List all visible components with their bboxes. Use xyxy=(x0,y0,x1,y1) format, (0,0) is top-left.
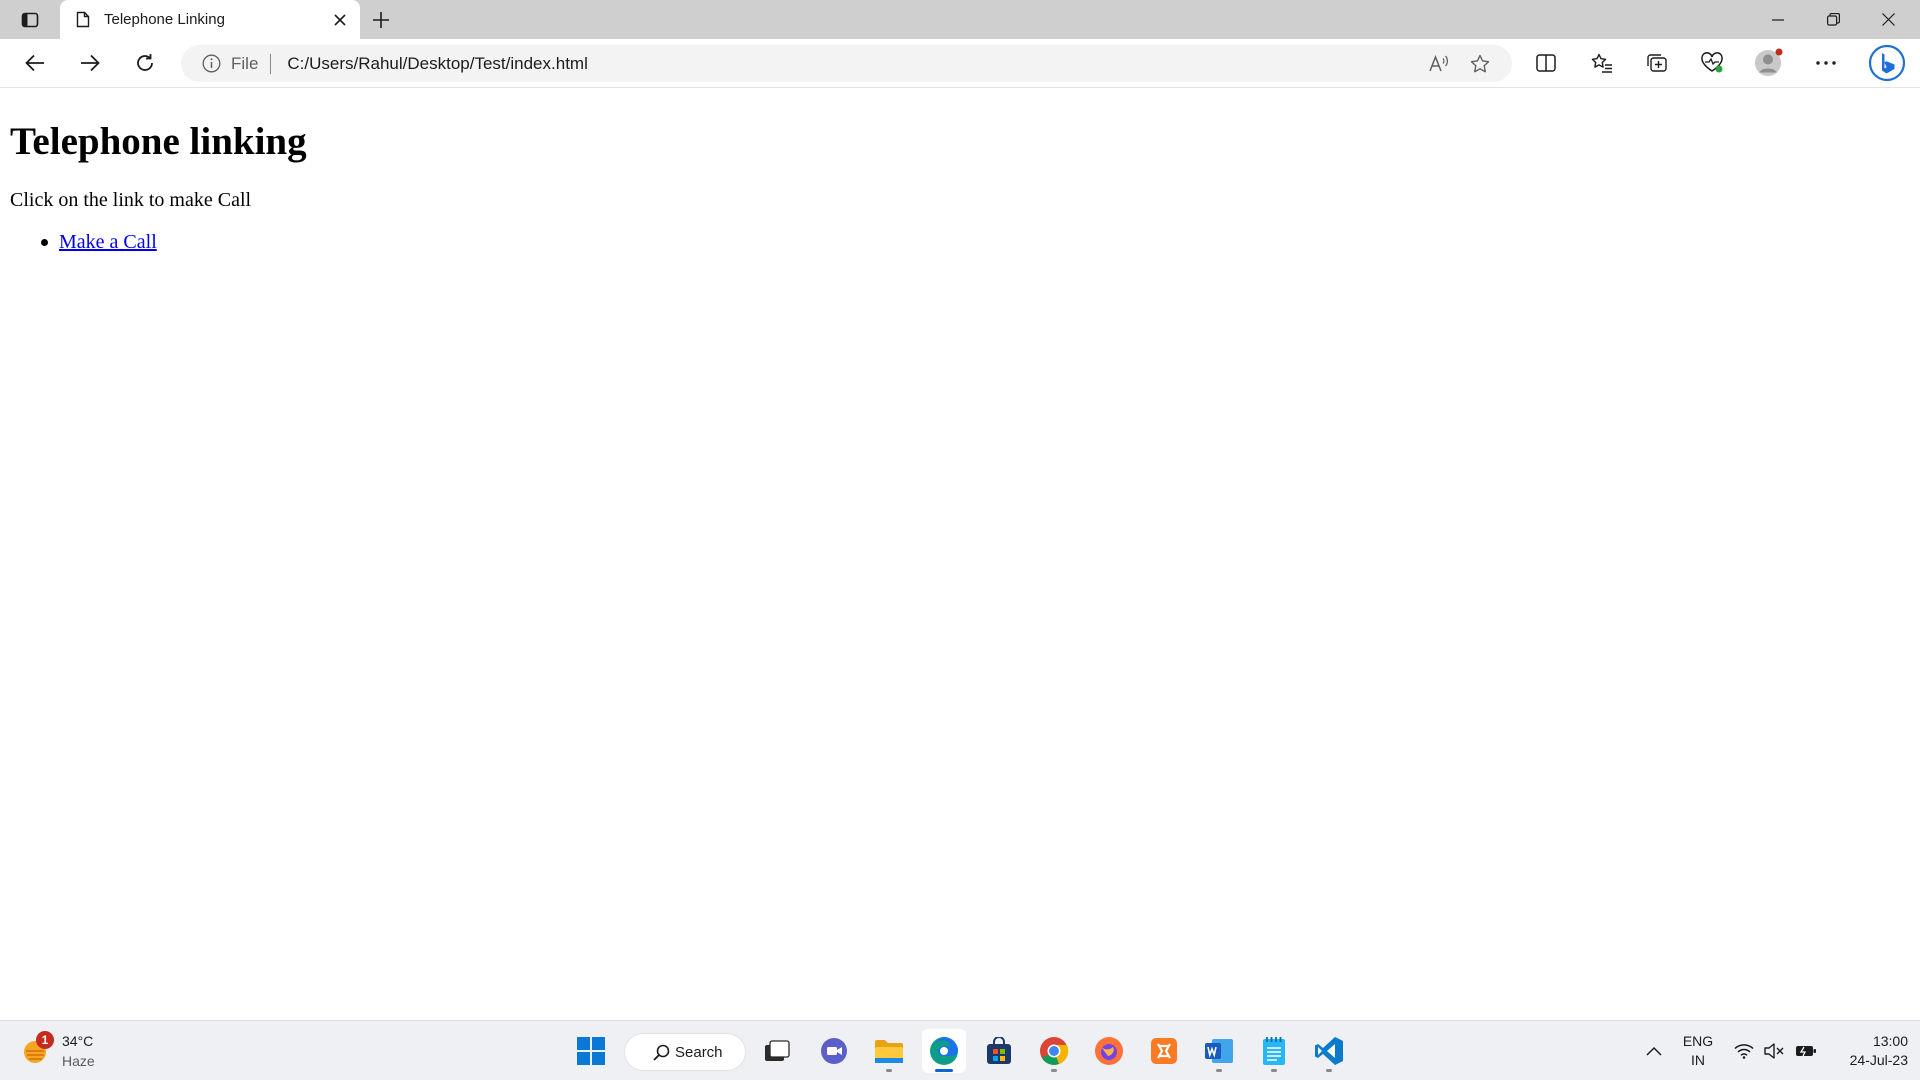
web-page-content: Telephone linking Click on the link to m… xyxy=(0,89,1920,1020)
task-view-icon[interactable] xyxy=(755,1029,799,1073)
address-bar[interactable]: File C:/Users/Rahul/Desktop/Test/index.h… xyxy=(181,45,1512,82)
wifi-icon[interactable] xyxy=(1730,1021,1758,1080)
clock-date: 24-Jul-23 xyxy=(1849,1052,1908,1068)
read-aloud-icon[interactable] xyxy=(1420,46,1460,82)
split-screen-icon[interactable] xyxy=(1526,44,1566,82)
firefox-icon[interactable] xyxy=(1087,1029,1131,1073)
make-call-link[interactable]: Make a Call xyxy=(59,231,157,254)
address-divider xyxy=(270,53,272,74)
file-explorer-icon[interactable] xyxy=(867,1029,911,1073)
teams-chat-icon[interactable] xyxy=(812,1029,856,1073)
edge-icon[interactable] xyxy=(922,1029,966,1073)
volume-muted-icon[interactable] xyxy=(1760,1021,1788,1080)
profile-icon[interactable] xyxy=(1748,44,1788,82)
battery-icon[interactable] xyxy=(1790,1021,1822,1080)
back-button[interactable] xyxy=(15,44,55,82)
system-clock[interactable]: 13:00 24-Jul-23 xyxy=(1826,1021,1908,1080)
info-icon[interactable] xyxy=(201,54,221,74)
bing-copilot-icon[interactable] xyxy=(1865,44,1909,82)
clock-time: 13:00 xyxy=(1872,1033,1908,1049)
notepad-icon[interactable] xyxy=(1252,1029,1296,1073)
page-icon xyxy=(74,11,92,29)
list-item: Make a Call xyxy=(10,231,157,254)
weather-condition: Haze xyxy=(62,1053,95,1069)
collections-icon[interactable] xyxy=(1637,44,1677,82)
taskbar-search[interactable]: Search xyxy=(624,1033,746,1071)
browser-essentials-icon[interactable] xyxy=(1692,44,1732,82)
running-indicator xyxy=(1051,1069,1057,1072)
list-bullet xyxy=(41,239,48,246)
input-language-indicator[interactable]: ENG IN xyxy=(1676,1021,1720,1080)
search-label: Search xyxy=(675,1043,723,1061)
forward-button[interactable] xyxy=(70,44,110,82)
store-icon[interactable] xyxy=(977,1029,1021,1073)
page-paragraph: Click on the link to make Call xyxy=(10,189,252,211)
chrome-icon[interactable] xyxy=(1032,1029,1076,1073)
running-indicator xyxy=(1216,1069,1222,1072)
favorites-icon[interactable] xyxy=(1582,44,1622,82)
word-icon[interactable] xyxy=(1197,1029,1241,1073)
link-list: Make a Call xyxy=(10,231,157,254)
title-bar: Telephone Linking xyxy=(0,0,1920,39)
running-indicator xyxy=(886,1069,892,1072)
weather-icon: 1 xyxy=(22,1031,54,1065)
xampp-icon[interactable] xyxy=(1142,1029,1186,1073)
weather-widget[interactable]: 1 34°C Haze xyxy=(22,1029,95,1073)
running-indicator xyxy=(1271,1069,1277,1072)
tab-title: Telephone Linking xyxy=(104,11,225,28)
browser-toolbar: File C:/Users/Rahul/Desktop/Test/index.h… xyxy=(0,39,1920,88)
url-scheme-label: File xyxy=(231,53,259,73)
window-close-icon[interactable] xyxy=(1865,0,1911,39)
notification-badge: 1 xyxy=(36,1031,54,1049)
minimize-icon[interactable] xyxy=(1755,0,1801,39)
weather-temperature: 34°C xyxy=(62,1033,94,1049)
language-code: ENG xyxy=(1682,1033,1714,1049)
running-indicator xyxy=(1326,1069,1332,1072)
show-hidden-icons-chevron-icon[interactable] xyxy=(1638,1021,1670,1080)
search-icon xyxy=(652,1043,670,1061)
reload-button[interactable] xyxy=(125,44,165,82)
tab-actions-icon[interactable] xyxy=(10,0,50,39)
url-text[interactable]: C:/Users/Rahul/Desktop/Test/index.html xyxy=(287,54,1420,74)
close-icon[interactable] xyxy=(324,4,356,36)
restore-icon[interactable] xyxy=(1810,0,1856,39)
page-heading: Telephone linking xyxy=(10,120,307,163)
plus-icon[interactable] xyxy=(361,0,401,39)
language-region: IN xyxy=(1691,1052,1705,1068)
windows-start-icon[interactable] xyxy=(569,1029,613,1073)
browser-tab[interactable]: Telephone Linking xyxy=(60,0,360,39)
taskbar: 1 34°C Haze Search ENG IN 13:00 24-Jul-2… xyxy=(0,1020,1920,1080)
star-icon[interactable] xyxy=(1460,46,1500,82)
vscode-icon[interactable] xyxy=(1307,1029,1351,1073)
more-icon[interactable] xyxy=(1806,44,1846,82)
active-indicator xyxy=(935,1069,953,1072)
